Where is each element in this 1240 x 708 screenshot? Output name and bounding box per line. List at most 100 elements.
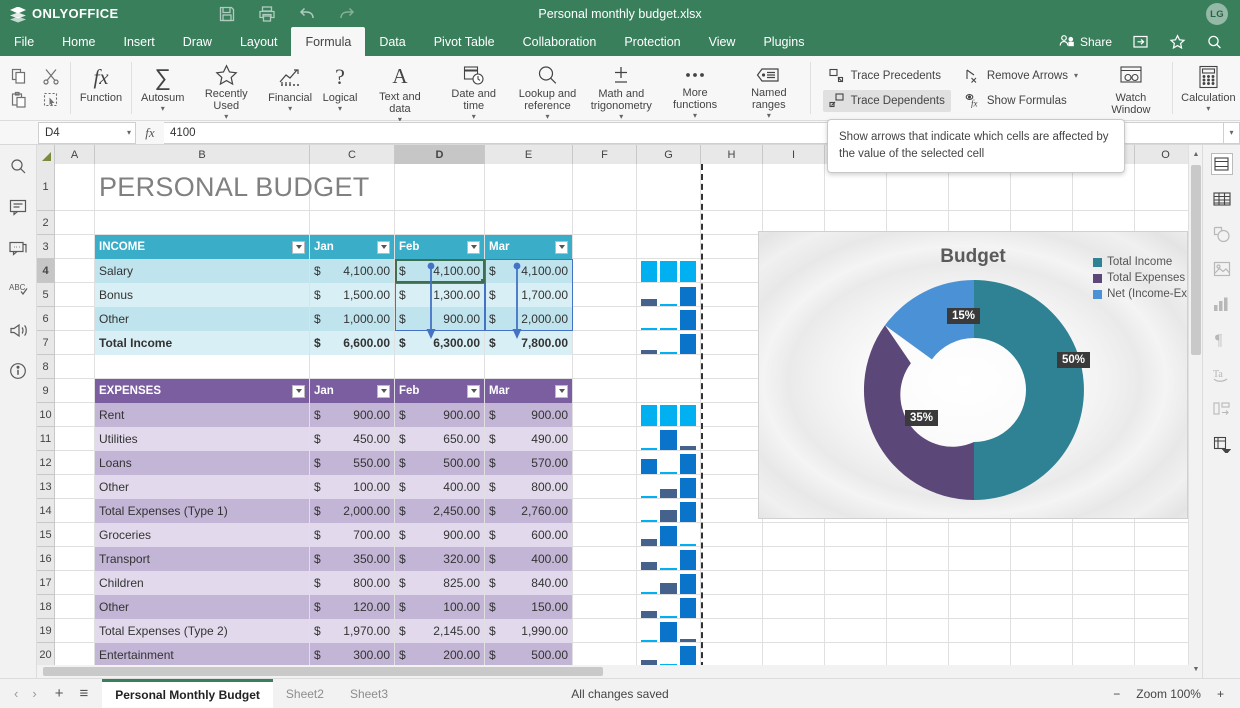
tab-insert[interactable]: Insert bbox=[110, 27, 169, 56]
cell-H10[interactable] bbox=[701, 403, 763, 427]
cell-K20[interactable] bbox=[887, 643, 949, 667]
filter-button[interactable] bbox=[555, 385, 568, 398]
paragraph-settings-icon[interactable]: ¶ bbox=[1211, 328, 1233, 350]
cell-G3[interactable] bbox=[637, 235, 701, 259]
cell-E14[interactable]: $2,760.00 bbox=[485, 499, 573, 523]
cell-I16[interactable] bbox=[763, 547, 825, 571]
cell-N15[interactable] bbox=[1073, 523, 1135, 547]
cell-F6[interactable] bbox=[573, 307, 637, 331]
table-row[interactable]: Entertainment$300.00$200.00$500.00 bbox=[55, 643, 1202, 667]
cell-M15[interactable] bbox=[1011, 523, 1073, 547]
about-icon[interactable] bbox=[7, 360, 29, 382]
cell-G1[interactable] bbox=[637, 164, 701, 211]
cell-B15[interactable]: Groceries bbox=[95, 523, 310, 547]
cell-B7[interactable]: Total Income bbox=[95, 331, 310, 355]
cell-B18[interactable]: Other bbox=[95, 595, 310, 619]
cell-D18[interactable]: $100.00 bbox=[395, 595, 485, 619]
cell-C13[interactable]: $100.00 bbox=[310, 475, 395, 499]
cell-H7[interactable] bbox=[701, 331, 763, 355]
cell-F4[interactable] bbox=[573, 259, 637, 283]
cell-H19[interactable] bbox=[701, 619, 763, 643]
chat-icon[interactable] bbox=[7, 237, 29, 259]
image-settings-icon[interactable] bbox=[1211, 258, 1233, 280]
row-header-9[interactable]: 9 bbox=[37, 379, 55, 403]
cell-B20[interactable]: Entertainment bbox=[95, 643, 310, 667]
cell-C3[interactable]: Jan bbox=[310, 235, 395, 259]
cell-L15[interactable] bbox=[949, 523, 1011, 547]
tab-file[interactable]: File bbox=[0, 27, 48, 56]
cell-L20[interactable] bbox=[949, 643, 1011, 667]
cell-H8[interactable] bbox=[701, 355, 763, 379]
cell-A10[interactable] bbox=[55, 403, 95, 427]
cell-F8[interactable] bbox=[573, 355, 637, 379]
cell-C7[interactable]: $6,600.00 bbox=[310, 331, 395, 355]
filter-button[interactable] bbox=[377, 385, 390, 398]
remove-arrows-button[interactable]: Remove Arrows ▾ bbox=[959, 65, 1084, 87]
cell-H2[interactable] bbox=[701, 211, 763, 235]
cell-G17[interactable] bbox=[637, 571, 701, 595]
cell-N20[interactable] bbox=[1073, 643, 1135, 667]
cell-C10[interactable]: $900.00 bbox=[310, 403, 395, 427]
cell-F3[interactable] bbox=[573, 235, 637, 259]
show-formulas-button[interactable]: fx Show Formulas bbox=[959, 90, 1084, 112]
budget-chart[interactable]: Budget 50% 35% 15% Total Income Total Ex… bbox=[758, 231, 1188, 519]
cell-N18[interactable] bbox=[1073, 595, 1135, 619]
vertical-scroll-thumb[interactable] bbox=[1191, 165, 1201, 355]
cell-A6[interactable] bbox=[55, 307, 95, 331]
cell-A12[interactable] bbox=[55, 451, 95, 475]
cell-G12[interactable] bbox=[637, 451, 701, 475]
cell-D12[interactable]: $500.00 bbox=[395, 451, 485, 475]
cell-M17[interactable] bbox=[1011, 571, 1073, 595]
cell-L16[interactable] bbox=[949, 547, 1011, 571]
row-header-15[interactable]: 15 bbox=[37, 523, 55, 547]
cell-C18[interactable]: $120.00 bbox=[310, 595, 395, 619]
cell-D19[interactable]: $2,145.00 bbox=[395, 619, 485, 643]
favorite-star-icon[interactable] bbox=[1160, 27, 1195, 56]
cell-B4[interactable]: Salary bbox=[95, 259, 310, 283]
cell-G11[interactable] bbox=[637, 427, 701, 451]
cell-B2[interactable] bbox=[95, 211, 310, 235]
cell-D20[interactable]: $200.00 bbox=[395, 643, 485, 667]
cell-E18[interactable]: $150.00 bbox=[485, 595, 573, 619]
row-header-10[interactable]: 10 bbox=[37, 403, 55, 427]
cell-I15[interactable] bbox=[763, 523, 825, 547]
horizontal-scroll-thumb[interactable] bbox=[43, 667, 603, 676]
text-and-data-button[interactable]: A Text and data ▾ bbox=[363, 56, 437, 120]
cell-E16[interactable]: $400.00 bbox=[485, 547, 573, 571]
column-header-c[interactable]: C bbox=[310, 145, 395, 164]
cell-H13[interactable] bbox=[701, 475, 763, 499]
column-header-i[interactable]: I bbox=[763, 145, 825, 164]
feedback-icon[interactable] bbox=[7, 319, 29, 341]
cell-F9[interactable] bbox=[573, 379, 637, 403]
watch-window-button[interactable]: Watch Window bbox=[1094, 56, 1168, 120]
cell-H12[interactable] bbox=[701, 451, 763, 475]
cell-C20[interactable]: $300.00 bbox=[310, 643, 395, 667]
cell-E4[interactable]: $4,100.00 bbox=[485, 259, 573, 283]
cell-B13[interactable]: Other bbox=[95, 475, 310, 499]
sheet-list-button[interactable]: ≡ bbox=[79, 685, 88, 702]
cell-E8[interactable] bbox=[485, 355, 573, 379]
search-icon[interactable] bbox=[1197, 27, 1232, 56]
cell-H18[interactable] bbox=[701, 595, 763, 619]
row-header-5[interactable]: 5 bbox=[37, 283, 55, 307]
cell-C9[interactable]: Jan bbox=[310, 379, 395, 403]
cell-F13[interactable] bbox=[573, 475, 637, 499]
cell-M16[interactable] bbox=[1011, 547, 1073, 571]
tab-view[interactable]: View bbox=[695, 27, 750, 56]
cell-A3[interactable] bbox=[55, 235, 95, 259]
tab-protection[interactable]: Protection bbox=[610, 27, 694, 56]
cell-F14[interactable] bbox=[573, 499, 637, 523]
tab-home[interactable]: Home bbox=[48, 27, 109, 56]
cell-I20[interactable] bbox=[763, 643, 825, 667]
cell-B10[interactable]: Rent bbox=[95, 403, 310, 427]
cell-C17[interactable]: $800.00 bbox=[310, 571, 395, 595]
cell-C12[interactable]: $550.00 bbox=[310, 451, 395, 475]
scroll-up-arrow[interactable]: ▲ bbox=[1189, 147, 1203, 161]
cell-F16[interactable] bbox=[573, 547, 637, 571]
save-icon[interactable] bbox=[218, 5, 236, 23]
cell-C2[interactable] bbox=[310, 211, 395, 235]
cell-G2[interactable] bbox=[637, 211, 701, 235]
cell-B17[interactable]: Children bbox=[95, 571, 310, 595]
add-sheet-button[interactable]: + bbox=[55, 685, 64, 702]
comment-icon[interactable] bbox=[7, 196, 29, 218]
